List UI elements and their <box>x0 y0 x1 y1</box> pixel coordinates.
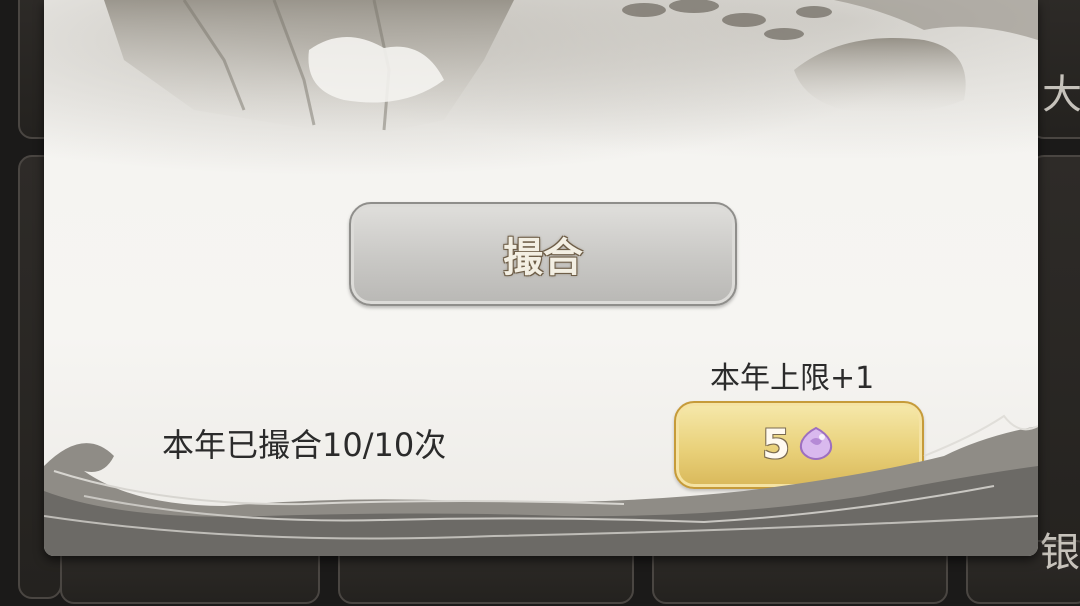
ink-landscape-illustration <box>104 0 1038 135</box>
limit-increase-text: 本年上限+1 <box>710 361 875 396</box>
ink-wave-decoration <box>44 414 1038 556</box>
match-button-label: 撮合 <box>503 235 583 281</box>
match-button[interactable]: 撮合 <box>349 202 737 306</box>
match-dialog: 撮合 本年已撮合10/10次 本年上限+1 5 <box>44 0 1038 556</box>
background-glyph-top: 大 <box>1042 72 1080 118</box>
background-glyph-bottom: 银 <box>1040 530 1080 576</box>
